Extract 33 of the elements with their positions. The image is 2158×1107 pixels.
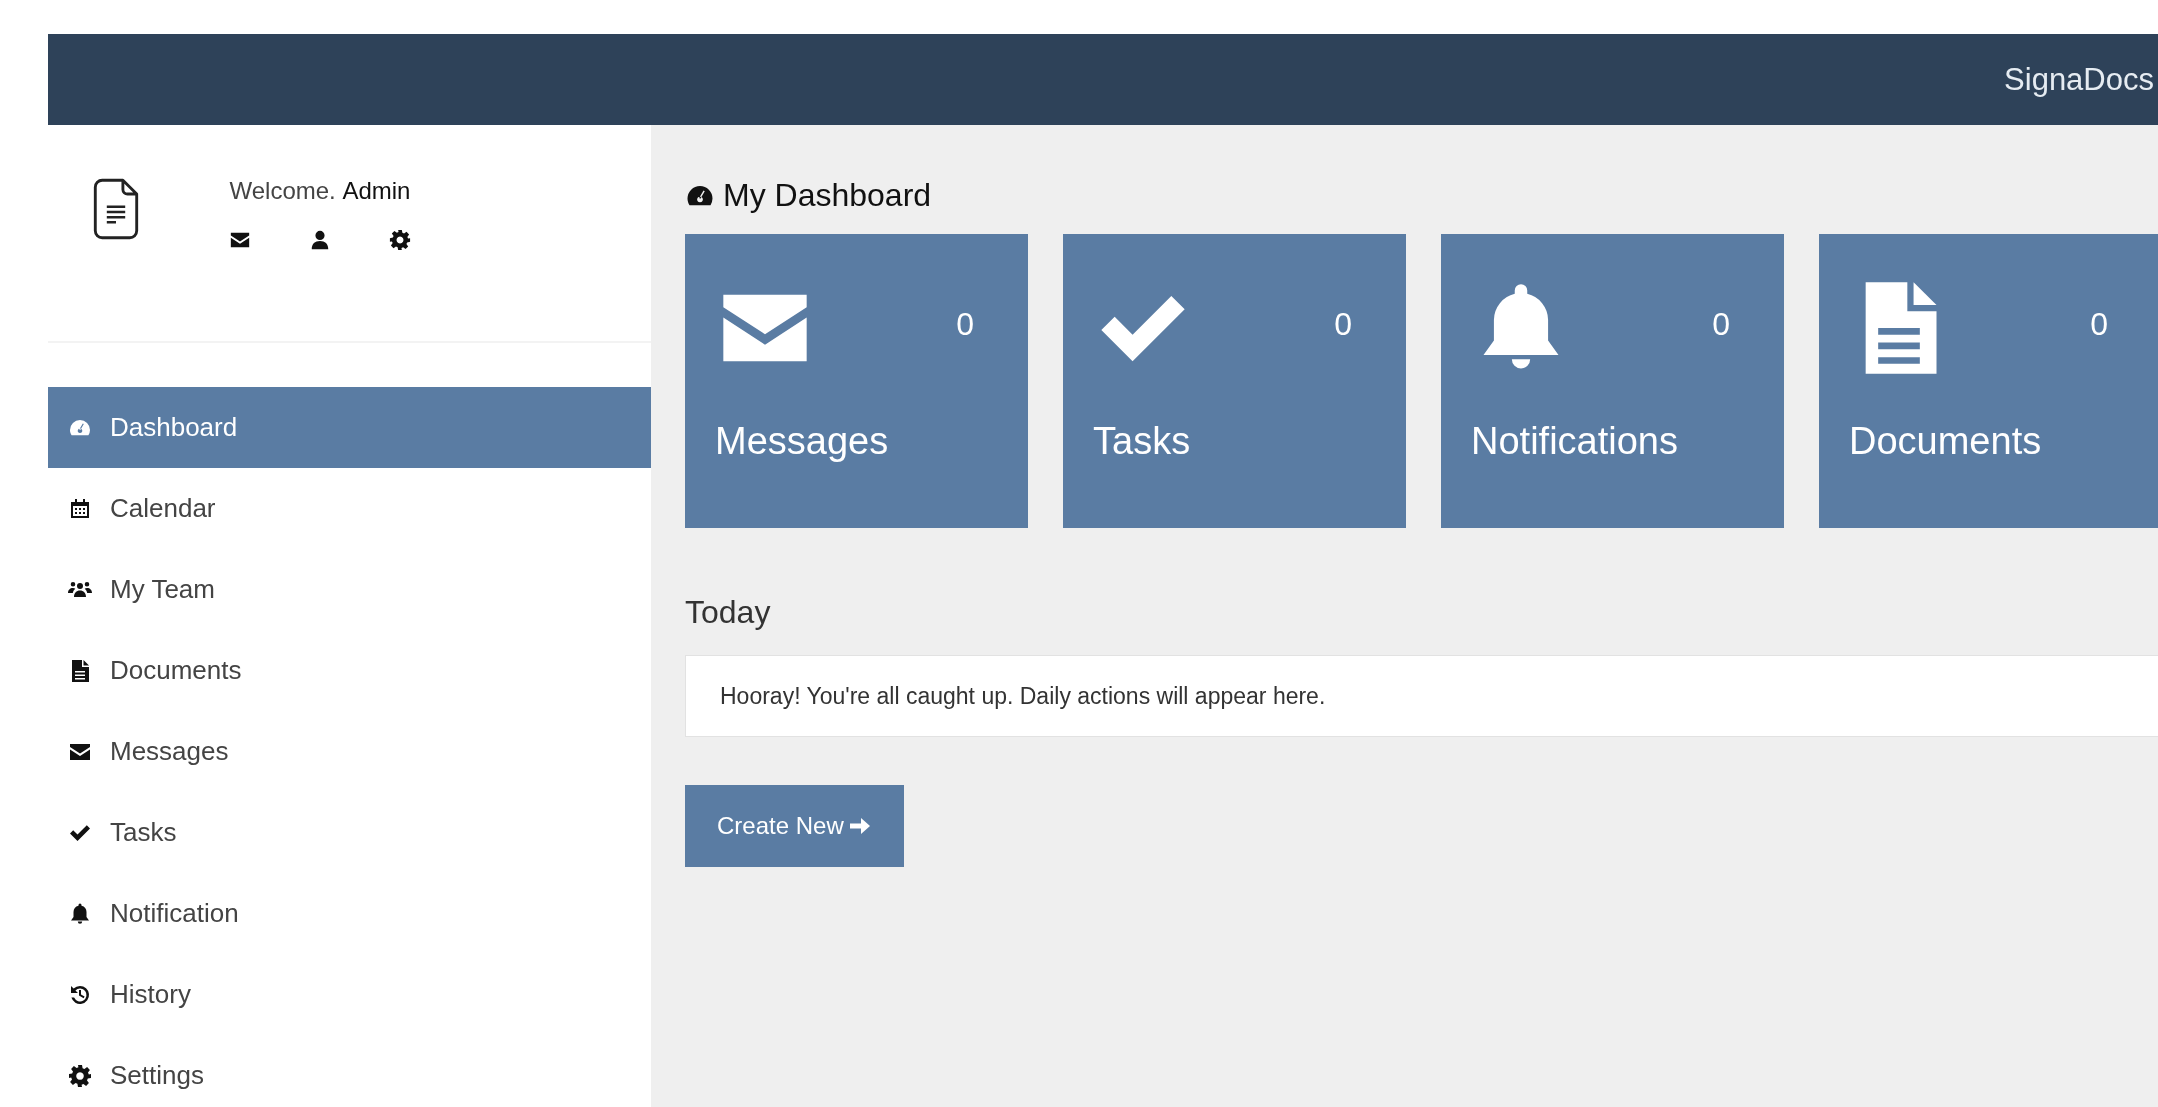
sidebar-item[interactable]: Settings xyxy=(48,1035,651,1107)
sidebar-item[interactable]: Notification xyxy=(48,873,651,954)
calendar-icon xyxy=(68,496,92,521)
sidebar-item[interactable]: History xyxy=(48,954,651,1035)
brand-name: SignaDocs xyxy=(2004,61,2154,98)
count: 0 xyxy=(956,306,974,343)
stat-card[interactable]: 0 Notifications xyxy=(1441,234,1784,528)
count: 0 xyxy=(1334,306,1352,343)
stat-card[interactable]: 0 Messages xyxy=(685,234,1028,528)
sidebar-item[interactable]: Tasks xyxy=(48,792,651,873)
count: 0 xyxy=(2090,306,2108,343)
user-icon[interactable] xyxy=(309,229,331,251)
card-label: Documents xyxy=(1849,420,2043,463)
welcome-text: Welcome. Admin xyxy=(229,177,411,205)
section-heading: Today xyxy=(685,594,771,631)
sidebar-item[interactable]: Calendar xyxy=(48,468,651,549)
document-logo-icon xyxy=(93,177,139,241)
create-new-button[interactable]: Create New xyxy=(685,785,904,867)
bell-icon xyxy=(68,901,92,926)
sidebar-item[interactable]: My Team xyxy=(48,549,651,630)
empty-message: Hooray! You're all caught up. Daily actions will appear here. xyxy=(720,682,1326,710)
card-label: Messages xyxy=(715,420,890,463)
sidebar-item[interactable]: Dashboard xyxy=(48,387,651,468)
card-label: Tasks xyxy=(1093,420,1192,463)
sidebar-item[interactable]: Documents xyxy=(48,630,651,711)
sidebar-item[interactable]: Messages xyxy=(48,711,651,792)
page-title: My Dashboard xyxy=(723,177,932,214)
settings-icon[interactable] xyxy=(389,229,411,251)
count: 0 xyxy=(1712,306,1730,343)
stat-card[interactable]: 0 Documents xyxy=(1819,234,2158,528)
card-label: Notifications xyxy=(1471,420,1679,463)
stat-card[interactable]: 0 Tasks xyxy=(1063,234,1406,528)
settings-icon xyxy=(68,1063,92,1088)
